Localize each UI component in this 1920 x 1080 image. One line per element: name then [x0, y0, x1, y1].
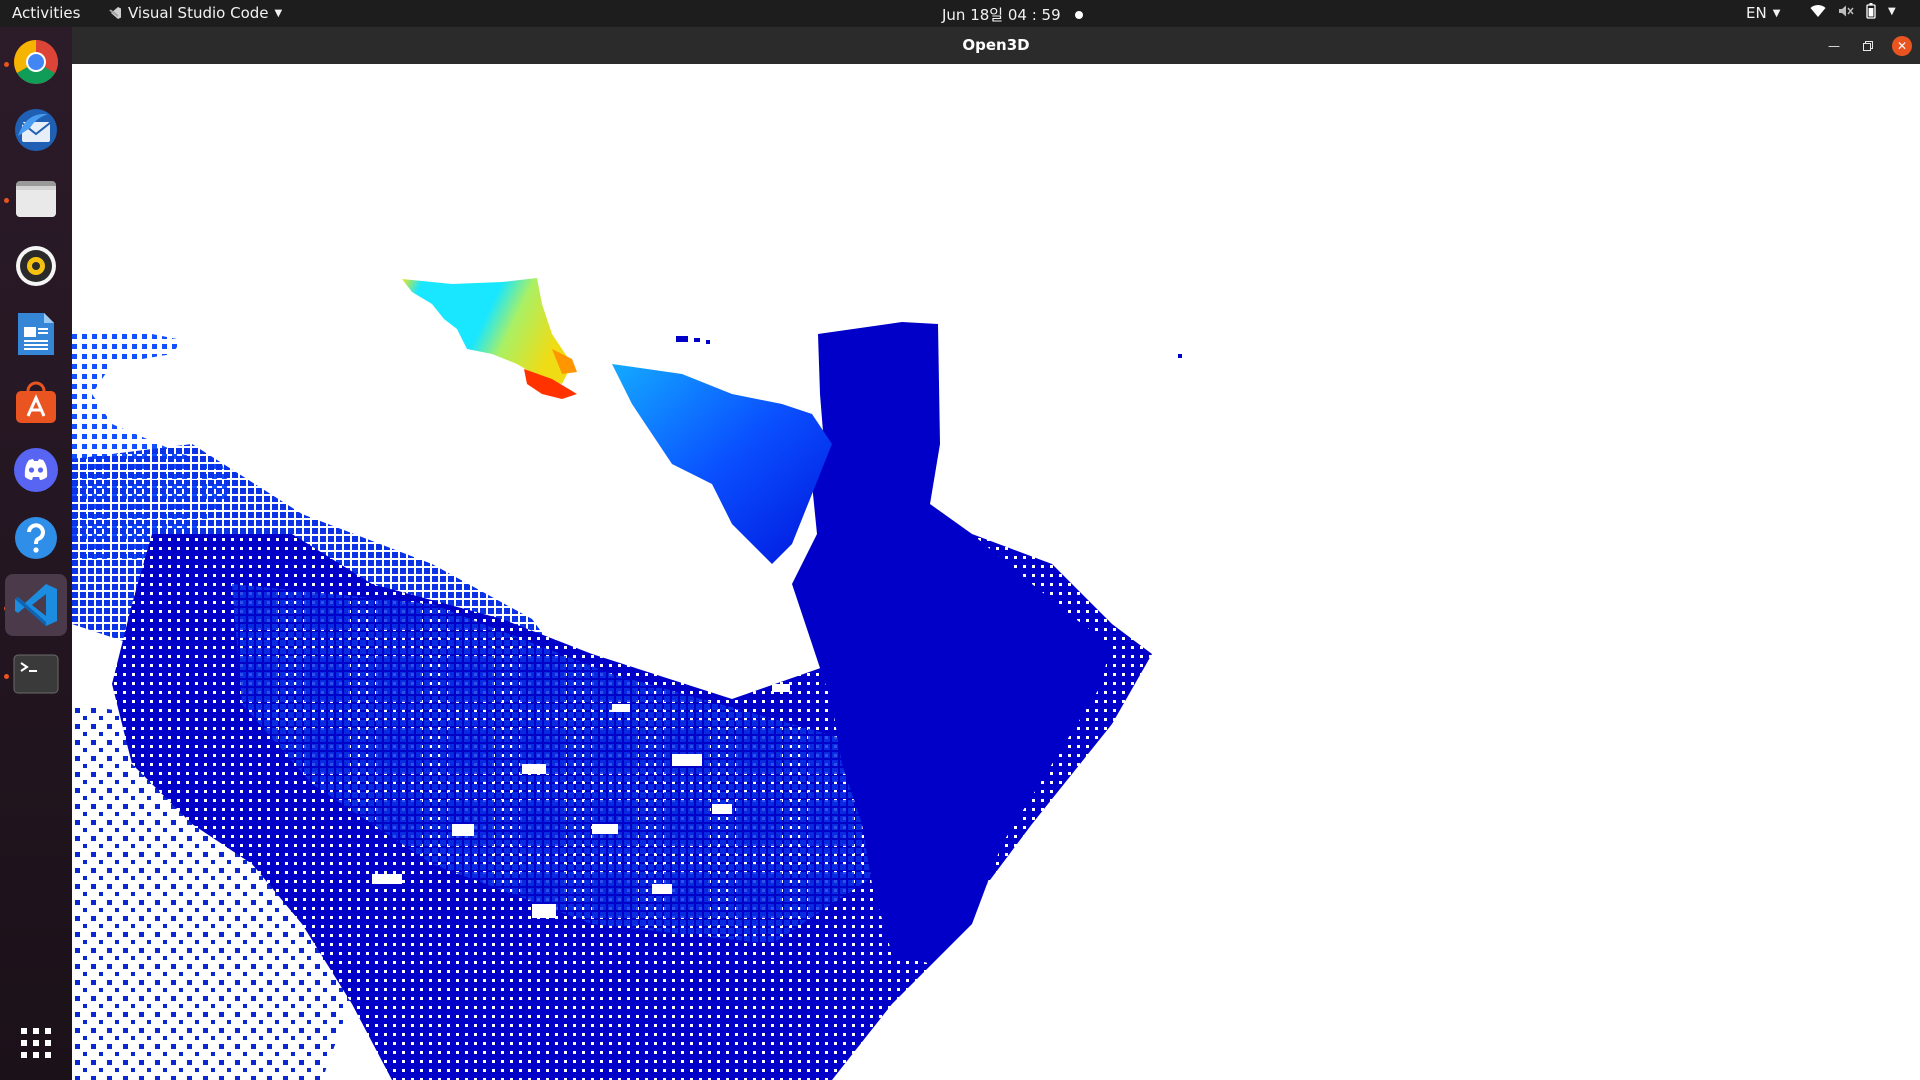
chevron-down-icon: ▼	[1772, 7, 1781, 19]
dock-item-vscode[interactable]	[5, 574, 67, 636]
app-menu-label: Visual Studio Code	[128, 4, 269, 22]
restore-button[interactable]	[1858, 36, 1878, 56]
dock-item-writer[interactable]	[10, 308, 62, 360]
dock-item-chrome[interactable]	[10, 36, 62, 88]
terminal-icon	[13, 654, 59, 694]
notification-dot-icon	[1074, 10, 1083, 19]
open3d-viewport[interactable]	[72, 64, 1920, 1080]
restore-icon	[1863, 41, 1873, 51]
running-indicator	[4, 674, 9, 679]
show-applications-button[interactable]	[10, 1017, 62, 1069]
app-menu[interactable]: Visual Studio Code ▼	[108, 4, 282, 22]
dock-item-terminal[interactable]	[10, 648, 62, 700]
point-cloud-outlier	[1178, 354, 1182, 358]
dock-item-rhythmbox[interactable]	[10, 240, 62, 292]
software-icon	[16, 381, 56, 423]
activities-button[interactable]: Activities	[12, 4, 80, 22]
dock-item-discord[interactable]	[10, 444, 62, 496]
discord-icon	[14, 448, 58, 492]
dock	[0, 27, 72, 1080]
app-grid-icon	[21, 1028, 51, 1058]
writer-icon	[18, 313, 54, 355]
point-cloud[interactable]	[72, 64, 1920, 1080]
volume-muted-icon	[1839, 5, 1854, 17]
chevron-down-icon: ▼	[1888, 5, 1896, 17]
running-indicator	[4, 198, 9, 203]
files-icon	[16, 181, 56, 217]
battery-icon	[1866, 3, 1876, 19]
top-bar: Activities Visual Studio Code ▼ Jun 18일 …	[0, 0, 1920, 27]
thunderbird-icon	[15, 109, 57, 151]
point-cloud-fragment	[676, 336, 688, 342]
help-icon	[15, 517, 57, 559]
close-button[interactable]: ✕	[1892, 36, 1912, 56]
window-titlebar[interactable]: Open3D — ✕	[72, 27, 1920, 64]
point-cloud-fragment	[694, 338, 700, 342]
close-icon: ✕	[1896, 39, 1908, 53]
language-selector[interactable]: EN ▼	[1746, 4, 1780, 22]
vscode-icon	[15, 584, 57, 626]
dock-item-files[interactable]	[10, 172, 62, 224]
window-title: Open3D	[962, 36, 1030, 54]
language-label: EN	[1746, 4, 1767, 22]
minimize-icon: —	[1828, 39, 1840, 53]
dock-item-help[interactable]	[10, 512, 62, 564]
point-cloud-fragment	[706, 340, 710, 344]
chrome-icon	[14, 40, 58, 84]
rhythmbox-icon	[16, 246, 56, 286]
vscode-small-icon	[109, 7, 121, 19]
clock[interactable]: Jun 18일 04 : 59	[942, 4, 1083, 25]
system-menu[interactable]: ▼	[1810, 3, 1896, 19]
point-cloud-tree	[402, 278, 572, 384]
running-indicator	[4, 62, 9, 67]
point-cloud-trail	[612, 364, 832, 564]
clock-label: Jun 18일 04 : 59	[942, 6, 1061, 24]
dock-item-thunderbird[interactable]	[10, 104, 62, 156]
dock-item-software[interactable]	[10, 376, 62, 428]
minimize-button[interactable]: —	[1824, 36, 1844, 56]
wifi-icon	[1810, 5, 1826, 18]
chevron-down-icon: ▼	[274, 7, 283, 19]
